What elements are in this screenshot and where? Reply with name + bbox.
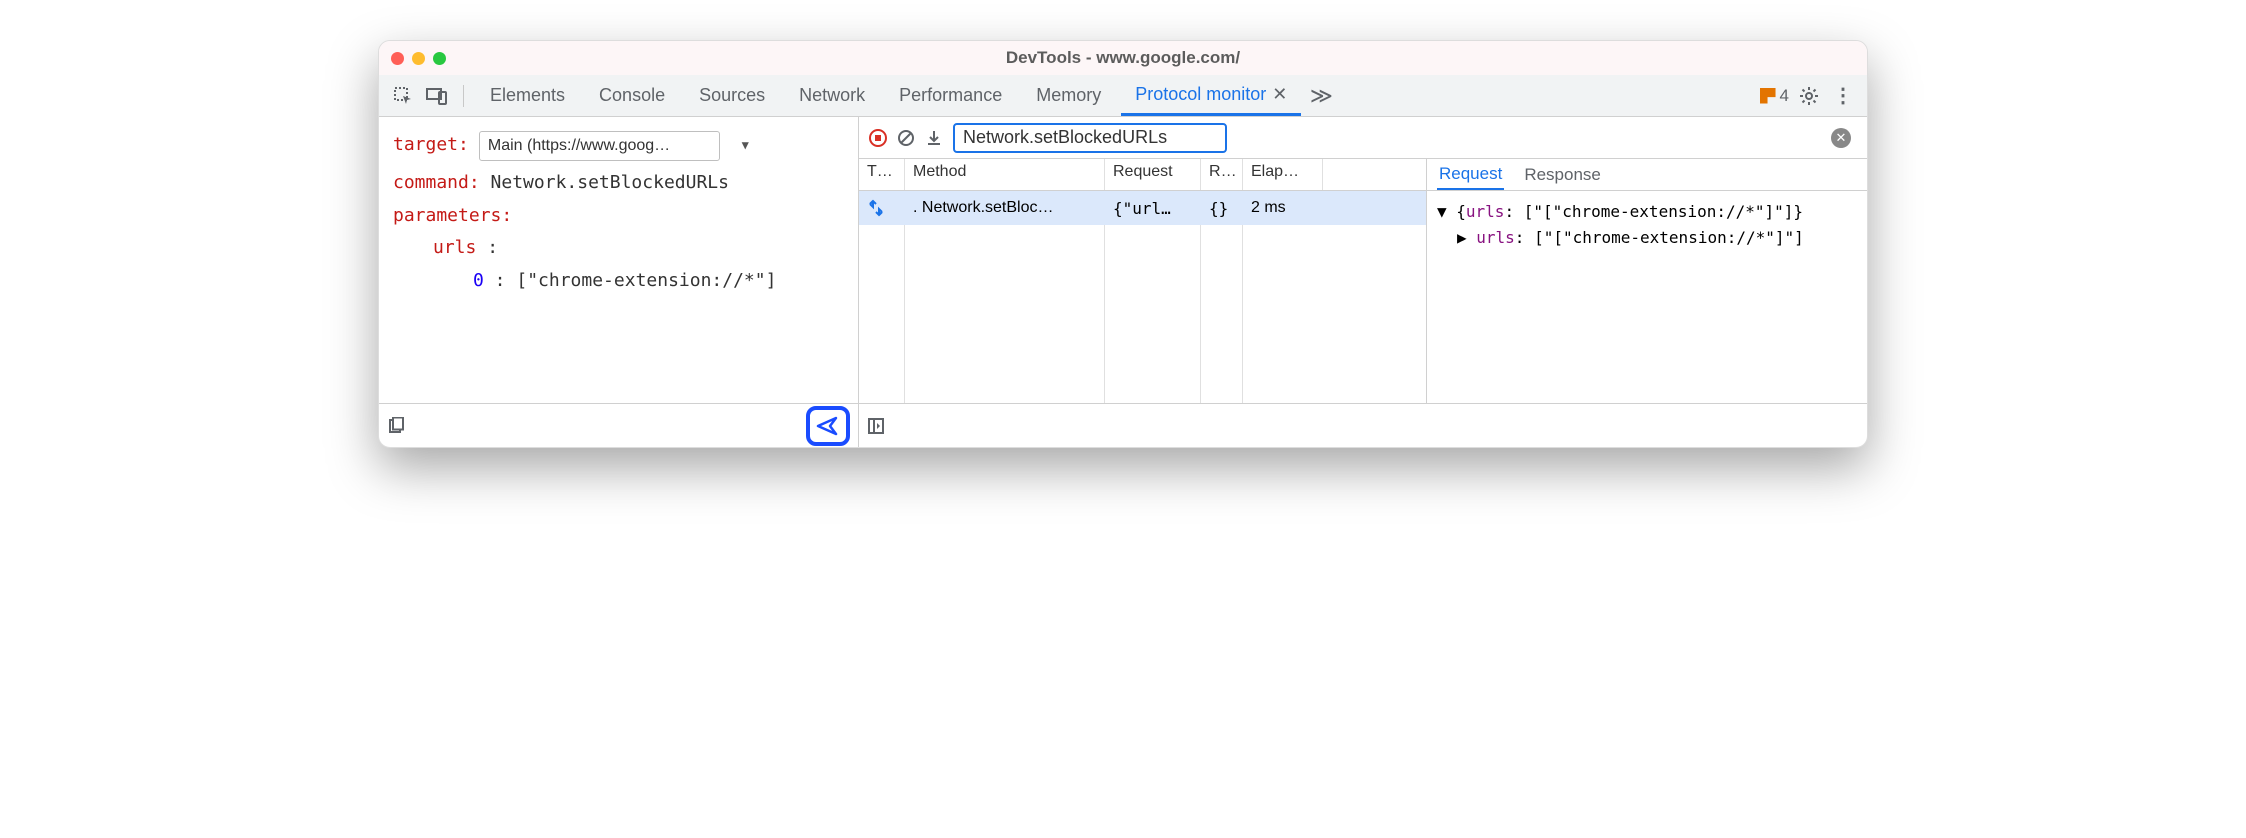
filter-wrap: ✕ [953,123,1857,153]
command-label: command: [393,172,480,193]
row-request: {"url… [1105,199,1201,218]
titlebar: DevTools - www.google.com/ [379,41,1867,75]
content-split: target: command: Network.setBlockedURLs … [379,117,1867,447]
tab-close-icon[interactable]: ✕ [1272,84,1287,105]
settings-gear-icon[interactable] [1795,82,1823,110]
tree-line-2[interactable]: ▶ urls: ["["chrome-extension://*"]"] [1437,225,1857,251]
col-method[interactable]: Method [905,159,1105,190]
col-elapsed[interactable]: Elap… [1243,159,1323,190]
device-toolbar-icon[interactable] [423,82,451,110]
divider [463,85,464,107]
log-row[interactable]: . Network.setBloc… {"url… {} 2 ms [859,191,1426,225]
parameters-label: parameters: [393,205,512,226]
detail-panel: Request Response ▼ {urls: ["["chrome-ext… [1427,159,1867,403]
detail-tabs: Request Response [1427,159,1867,191]
command-value[interactable]: Network.setBlockedURLs [491,172,729,193]
devtools-window: DevTools - www.google.com/ Elements Cons… [378,40,1868,448]
maximize-window-button[interactable] [433,52,446,65]
log-toolbar: ✕ [859,117,1867,159]
download-icon[interactable] [925,129,943,147]
filter-input[interactable] [953,123,1227,153]
inspect-element-icon[interactable] [389,82,417,110]
parameters-row: parameters: [393,200,844,232]
target-row: target: [393,129,844,161]
param-value[interactable]: ["chrome-extension://*"] [516,270,776,291]
target-select[interactable] [479,131,720,161]
tree-line-1[interactable]: ▼ {urls: ["["chrome-extension://*"]"]} [1437,199,1857,225]
detail-tab-response[interactable]: Response [1522,159,1603,190]
warning-flag-icon [1760,88,1776,104]
tab-label: Protocol monitor [1135,84,1266,105]
collapse-panel-icon[interactable] [867,417,885,435]
tab-memory[interactable]: Memory [1022,75,1115,116]
target-select-wrap [479,129,759,161]
send-icon [816,414,840,438]
detail-tab-request[interactable]: Request [1437,159,1504,190]
row-type-icon [859,199,905,217]
row-method: . Network.setBloc… [905,199,1105,217]
urls-row: urls : [393,232,844,264]
col-request[interactable]: Request [1105,159,1201,190]
more-tabs-icon[interactable]: ≫ [1307,82,1335,110]
editor-footer [379,403,858,447]
warning-count: 4 [1780,86,1789,106]
log-body: T… Method Request R… Elap… . Network.set… [859,159,1867,403]
warnings-badge[interactable]: 4 [1760,86,1789,106]
tab-console[interactable]: Console [585,75,679,116]
copy-icon[interactable] [387,417,405,435]
tab-protocol-monitor[interactable]: Protocol monitor ✕ [1121,75,1301,116]
col-type[interactable]: T… [859,159,905,190]
window-title: DevTools - www.google.com/ [1006,48,1240,68]
row-elapsed: 2 ms [1243,199,1323,217]
urls-label: urls [433,237,476,258]
log-footer [859,403,1867,447]
command-editor-body: target: command: Network.setBlockedURLs … [379,117,858,403]
clear-icon[interactable] [897,129,915,147]
col-response[interactable]: R… [1201,159,1243,190]
tab-elements[interactable]: Elements [476,75,579,116]
grid-header: T… Method Request R… Elap… [859,159,1426,191]
send-command-button[interactable] [806,406,850,446]
grid-empty [859,225,1426,403]
command-editor-pane: target: command: Network.setBlockedURLs … [379,117,859,447]
log-grid: T… Method Request R… Elap… . Network.set… [859,159,1427,403]
protocol-log-pane: ✕ T… Method Request R… Elap… [859,117,1867,447]
row-response: {} [1201,199,1243,218]
tab-network[interactable]: Network [785,75,879,116]
filter-clear-icon[interactable]: ✕ [1831,128,1851,148]
tab-sources[interactable]: Sources [685,75,779,116]
main-tabstrip: Elements Console Sources Network Perform… [379,75,1867,117]
window-controls [391,52,446,65]
tab-performance[interactable]: Performance [885,75,1016,116]
detail-body: ▼ {urls: ["["chrome-extension://*"]"]} ▶… [1427,191,1867,403]
kebab-menu-icon[interactable]: ⋮ [1829,82,1857,110]
param-index: 0 [473,270,484,291]
command-row: command: Network.setBlockedURLs [393,167,844,199]
close-window-button[interactable] [391,52,404,65]
minimize-window-button[interactable] [412,52,425,65]
target-label: target: [393,129,469,161]
urls-item-row: 0 : ["chrome-extension://*"] [393,265,844,297]
record-icon[interactable] [869,129,887,147]
